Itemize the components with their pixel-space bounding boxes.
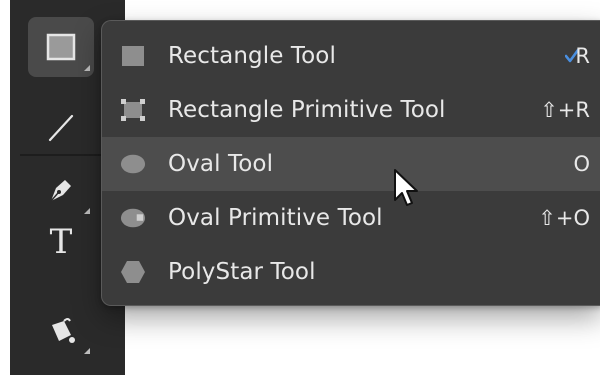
pen-icon	[50, 180, 71, 202]
oval-icon	[120, 151, 146, 177]
rectangle-icon	[120, 43, 146, 69]
rectangle-primitive-icon	[120, 97, 146, 123]
line-icon	[48, 114, 74, 142]
menu-item-shortcut: ⇧+R	[540, 98, 590, 122]
app-stage: T Rectangle Tool R Rectangle Primitive T…	[0, 0, 600, 375]
paint-bucket-icon	[52, 318, 75, 343]
oval-primitive-icon	[120, 205, 146, 231]
flyout-indicator-icon	[84, 65, 90, 71]
menu-item-label: Rectangle Primitive Tool	[168, 97, 446, 123]
text-icon: T	[49, 222, 73, 262]
text-tool-button[interactable]: T	[28, 212, 94, 272]
flyout-indicator-icon	[84, 348, 90, 354]
menu-item-oval-tool[interactable]: Oval Tool O	[102, 137, 600, 191]
menu-item-label: PolyStar Tool	[168, 259, 316, 285]
menu-item-oval-primitive-tool[interactable]: Oval Primitive Tool ⇧+O	[102, 191, 600, 245]
line-tool-button[interactable]	[28, 98, 94, 158]
menu-item-shortcut: R	[565, 44, 590, 68]
menu-item-label: Oval Primitive Tool	[168, 205, 383, 231]
menu-item-label: Rectangle Tool	[168, 43, 336, 69]
pen-tool-button[interactable]	[28, 160, 94, 220]
shape-tools-flyout-menu: Rectangle Tool R Rectangle Primitive Too…	[101, 20, 600, 306]
rectangle-tool-button[interactable]	[28, 17, 94, 77]
polystar-icon	[120, 259, 146, 285]
menu-item-rectangle-primitive-tool[interactable]: Rectangle Primitive Tool ⇧+R	[102, 83, 600, 137]
rectangle-icon	[46, 33, 76, 61]
paint-bucket-tool-button[interactable]	[28, 300, 94, 360]
menu-item-rectangle-tool[interactable]: Rectangle Tool R	[102, 29, 600, 83]
menu-item-polystar-tool[interactable]: PolyStar Tool	[102, 245, 600, 299]
menu-item-shortcut: ⇧+O	[538, 206, 590, 230]
mouse-pointer-icon	[394, 169, 418, 206]
menu-item-shortcut: O	[573, 152, 590, 176]
menu-item-label: Oval Tool	[168, 151, 274, 177]
